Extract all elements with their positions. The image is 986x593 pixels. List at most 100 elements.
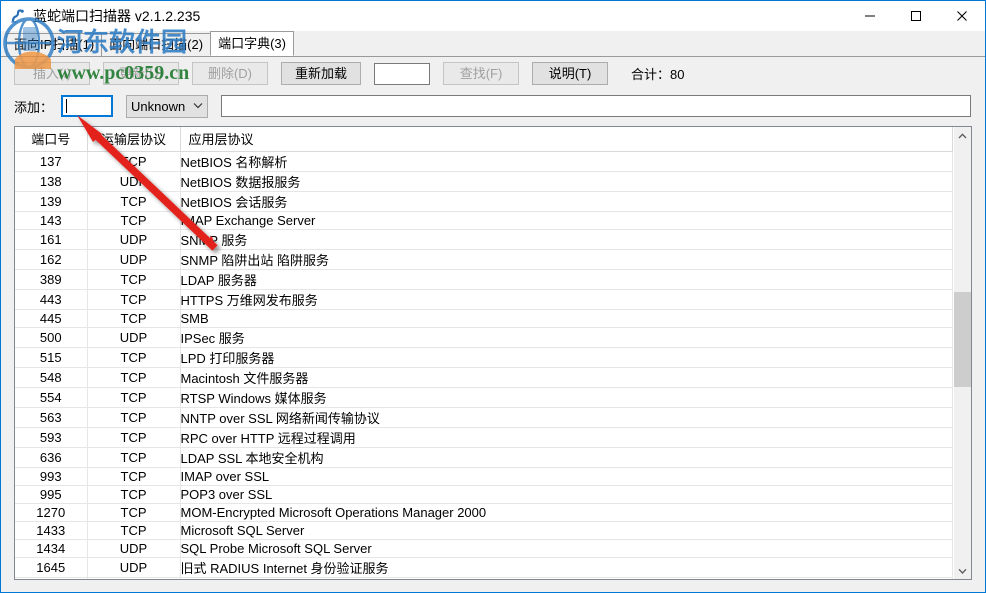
table-row[interactable]: 1646UDP旧式 RADIUS Internet 身份验证服务 bbox=[15, 577, 953, 579]
cell-transport: TCP bbox=[87, 427, 181, 448]
table-row[interactable]: 1434 UDP SQL Probe Microsoft SQL Server bbox=[15, 539, 953, 558]
table-row[interactable]: 636 TCP LDAP SSL 本地安全机构 bbox=[15, 447, 953, 468]
cell-port: 1433 bbox=[15, 521, 88, 540]
table-row[interactable]: 993 TCP IMAP over SSL bbox=[15, 467, 953, 486]
cell-port: 563 bbox=[15, 407, 88, 428]
insert-button[interactable]: 插入(I) bbox=[14, 62, 90, 85]
help-button[interactable]: 说明(T) bbox=[532, 62, 608, 85]
cell-transport: TCP bbox=[87, 485, 181, 504]
cell-application: Macintosh 文件服务器 bbox=[180, 367, 953, 388]
title-bar: 蓝蛇端口扫描器 v2.1.2.235 bbox=[1, 1, 985, 31]
cell-transport: TCP bbox=[87, 151, 181, 172]
add-entry-row: 添加： Unknown bbox=[1, 90, 985, 122]
cell-port: 161 bbox=[15, 229, 88, 250]
column-header-transport[interactable]: 运输层协议 bbox=[87, 127, 181, 152]
column-header-application[interactable]: 应用层协议 bbox=[180, 127, 953, 152]
cell-application: IMAP Exchange Server bbox=[180, 211, 953, 230]
cell-transport: UDP bbox=[87, 557, 181, 578]
cell-application: RPC over HTTP 远程过程调用 bbox=[180, 427, 953, 448]
table-row[interactable]: 137 TCP NetBIOS 名称解析 bbox=[15, 151, 953, 172]
table-row[interactable]: 389 TCP LDAP 服务器 bbox=[15, 269, 953, 290]
cell-transport: TCP bbox=[87, 387, 181, 408]
cell-port: 593 bbox=[15, 427, 88, 448]
table-row[interactable]: 563 TCP NNTP over SSL 网络新闻传输协议 bbox=[15, 407, 953, 428]
table-body: 137 TCP NetBIOS 名称解析 138 UDP NetBIOS 数据报服务 139… bbox=[15, 151, 953, 579]
cell-transport: TCP bbox=[87, 407, 181, 428]
tab-strip: 面向IP扫描(1) 面向端口扫描(2) 端口字典(3) bbox=[1, 31, 985, 56]
table-row[interactable]: 548 TCP Macintosh 文件服务器 bbox=[15, 367, 953, 388]
cell-port: 137 bbox=[15, 151, 88, 172]
table-row[interactable]: 554 TCP RTSP Windows 媒体服务 bbox=[15, 387, 953, 408]
close-button[interactable] bbox=[939, 1, 985, 31]
cell-application: LPD 打印服务器 bbox=[180, 347, 953, 368]
tab-panel-port-dictionary: 插入(I) 更新(U) 删除(D) 重新加载 查找(F) 说明(T) 合计：80… bbox=[1, 56, 985, 592]
table-row[interactable]: 995 TCP POP3 over SSL bbox=[15, 485, 953, 504]
cell-port: 139 bbox=[15, 191, 88, 212]
vertical-scrollbar[interactable] bbox=[953, 127, 971, 579]
cell-transport: UDP bbox=[87, 171, 181, 192]
find-button[interactable]: 查找(F) bbox=[443, 62, 519, 85]
add-port-input[interactable] bbox=[61, 95, 114, 117]
delete-button[interactable]: 删除(D) bbox=[192, 62, 268, 85]
tab-port-dictionary[interactable]: 端口字典(3) bbox=[210, 31, 294, 56]
table-row[interactable]: 500 UDP IPSec 服务 bbox=[15, 327, 953, 348]
table-row[interactable]: 515 TCP LPD 打印服务器 bbox=[15, 347, 953, 368]
cell-port: 1646 bbox=[15, 577, 88, 579]
table-row[interactable]: 1433 TCP Microsoft SQL Server bbox=[15, 521, 953, 540]
add-description-input[interactable] bbox=[221, 95, 971, 117]
window-title: 蓝蛇端口扫描器 v2.1.2.235 bbox=[33, 8, 201, 24]
app-snake-icon bbox=[9, 7, 27, 25]
tab-port-scan[interactable]: 面向端口扫描(2) bbox=[101, 33, 212, 56]
chevron-down-icon bbox=[193, 101, 203, 111]
cell-application: Microsoft SQL Server bbox=[180, 521, 953, 540]
table-row[interactable]: 161 UDP SNMP 服务 bbox=[15, 229, 953, 250]
column-header-port[interactable]: 端口号 bbox=[15, 127, 88, 152]
table-row[interactable]: 162 UDP SNMP 陷阱出站 陷阱服务 bbox=[15, 249, 953, 270]
table-row[interactable]: 443 TCP HTTPS 万维网发布服务 bbox=[15, 289, 953, 310]
cell-transport: UDP bbox=[87, 249, 181, 270]
protocol-select[interactable]: Unknown bbox=[126, 94, 209, 118]
update-button[interactable]: 更新(U) bbox=[103, 62, 179, 85]
cell-transport: TCP bbox=[87, 521, 181, 540]
tab-ip-scan[interactable]: 面向IP扫描(1) bbox=[6, 33, 103, 56]
cell-port: 1434 bbox=[15, 539, 88, 558]
table-row[interactable]: 139 TCP NetBIOS 会话服务 bbox=[15, 191, 953, 212]
minimize-button[interactable] bbox=[847, 1, 893, 31]
maximize-button[interactable] bbox=[893, 1, 939, 31]
cell-port: 162 bbox=[15, 249, 88, 270]
find-input[interactable] bbox=[374, 62, 430, 85]
reload-button[interactable]: 重新加载 bbox=[281, 62, 361, 85]
cell-port: 389 bbox=[15, 269, 88, 290]
cell-transport: TCP bbox=[87, 503, 181, 522]
cell-transport: UDP bbox=[87, 577, 181, 579]
cell-application: NetBIOS 数据报服务 bbox=[180, 171, 953, 192]
cell-port: 995 bbox=[15, 485, 88, 504]
port-dictionary-grid: 端口号 运输层协议 应用层协议 137 TCP NetBIOS 名称解析 138 UDP… bbox=[14, 126, 972, 580]
table-row[interactable]: 143 TCP IMAP Exchange Server bbox=[15, 211, 953, 230]
cell-application: SNMP 陷阱出站 陷阱服务 bbox=[180, 249, 953, 270]
total-count-label: 合计：80 bbox=[631, 67, 685, 82]
cell-port: 143 bbox=[15, 211, 88, 230]
table-row[interactable]: 593 TCP RPC over HTTP 远程过程调用 bbox=[15, 427, 953, 448]
toolbar: 插入(I) 更新(U) 删除(D) 重新加载 查找(F) 说明(T) 合计：80 bbox=[1, 57, 985, 90]
cell-port: 500 bbox=[15, 327, 88, 348]
cell-port: 138 bbox=[15, 171, 88, 192]
window-controls bbox=[847, 1, 985, 31]
table-row[interactable]: 1270 TCP MOM-Encrypted Microsoft Operation… bbox=[15, 503, 953, 522]
cell-application: NetBIOS 名称解析 bbox=[180, 151, 953, 172]
scrollbar-thumb[interactable] bbox=[954, 292, 971, 387]
cell-application: MOM-Encrypted Microsoft Operations Manag… bbox=[180, 503, 953, 522]
table-row[interactable]: 445 TCP SMB bbox=[15, 309, 953, 328]
cell-application: RTSP Windows 媒体服务 bbox=[180, 387, 953, 408]
table-row[interactable]: 138 UDP NetBIOS 数据报服务 bbox=[15, 171, 953, 192]
add-label: 添加： bbox=[14, 99, 54, 115]
table-row[interactable]: 1645 UDP 旧式 RADIUS Internet 身份验证服务 bbox=[15, 557, 953, 578]
cell-application: LDAP 服务器 bbox=[180, 269, 953, 290]
cell-transport: UDP bbox=[87, 229, 181, 250]
scroll-up-arrow-icon[interactable] bbox=[954, 127, 971, 144]
scroll-down-arrow-icon[interactable] bbox=[954, 562, 971, 579]
cell-application: NetBIOS 会话服务 bbox=[180, 191, 953, 212]
cell-application: SQL Probe Microsoft SQL Server bbox=[180, 539, 953, 558]
header-row: 端口号 运输层协议 应用层协议 bbox=[15, 127, 953, 152]
cell-transport: TCP bbox=[87, 447, 181, 468]
